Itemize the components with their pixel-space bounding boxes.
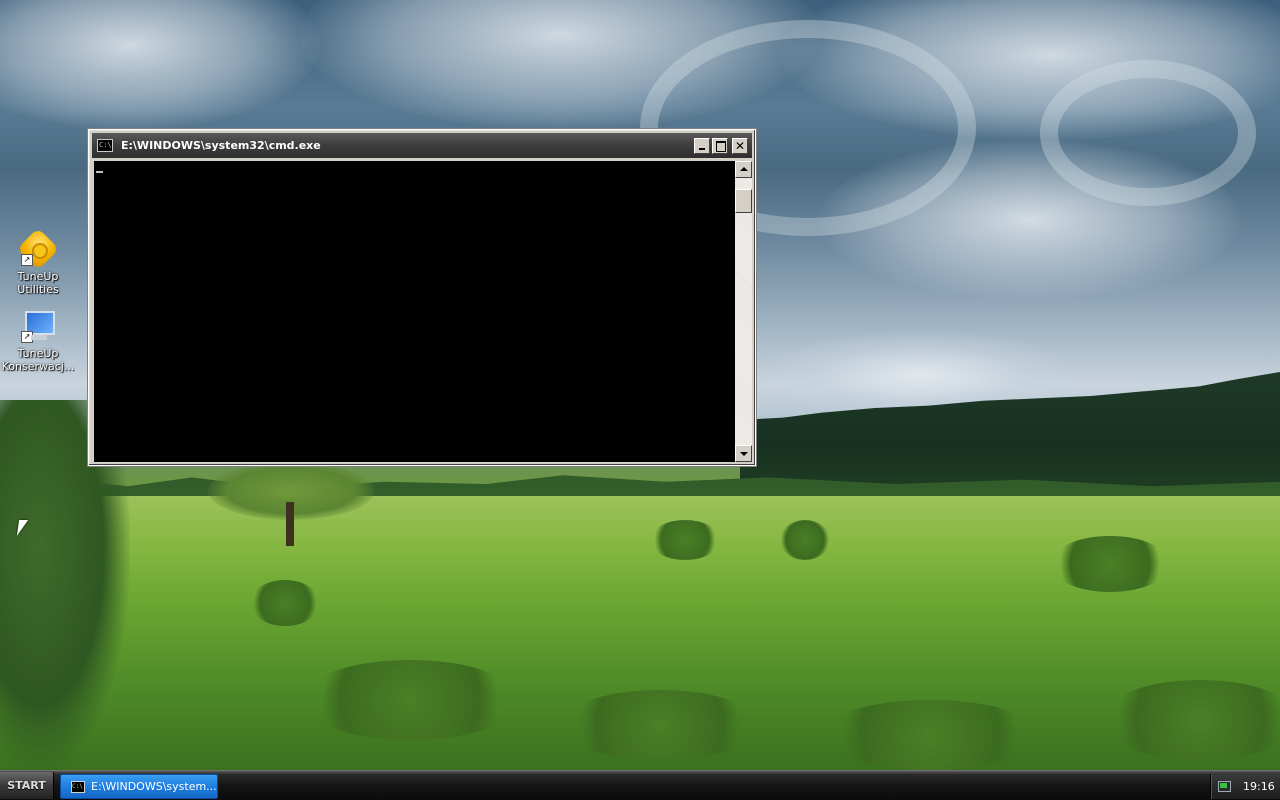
cmd-icon[interactable]: C:\ — [97, 139, 113, 152]
cmd-window[interactable]: C:\ E:\WINDOWS\system32\cmd.exe ✕ — [88, 129, 756, 466]
tuneup-utilities-icon: ↗ — [21, 232, 55, 266]
taskbar-button-label: E:\WINDOWS\system... — [91, 780, 217, 793]
wallpaper-bush — [820, 700, 1040, 770]
minimize-button[interactable] — [694, 137, 710, 154]
wallpaper-lone-tree — [208, 462, 374, 546]
desktop-icon-label: Utilities — [17, 283, 59, 296]
vertical-scrollbar[interactable] — [735, 161, 752, 462]
close-icon: ✕ — [734, 138, 746, 153]
desktop-icon-label: TuneUp — [17, 347, 59, 360]
tree-trunk — [286, 502, 294, 546]
maximize-icon — [716, 140, 726, 152]
desktop-icon-tuneup-utilities[interactable]: ↗ TuneUp Utilities — [0, 232, 76, 296]
tuneup-konserwacja-icon: ↗ — [21, 309, 55, 343]
desktop-icon-label: TuneUp — [17, 270, 59, 283]
taskbar: START C:\ E:\WINDOWS\system... 19:16 — [0, 770, 1280, 800]
wallpaper-swirl — [1040, 60, 1256, 206]
scroll-up-button[interactable] — [735, 161, 752, 178]
scroll-thumb[interactable] — [735, 189, 752, 213]
wallpaper-bush — [650, 520, 720, 560]
arrow-down-icon — [740, 452, 748, 456]
console-area[interactable] — [94, 161, 735, 462]
wallpaper-bush — [250, 580, 320, 626]
taskbar-button-cmd[interactable]: C:\ E:\WINDOWS\system... — [60, 774, 218, 799]
wallpaper-cloud — [0, 0, 320, 130]
window-titlebar[interactable]: C:\ E:\WINDOWS\system32\cmd.exe ✕ — [92, 133, 752, 158]
scroll-down-button[interactable] — [735, 445, 752, 462]
shortcut-arrow-icon: ↗ — [21, 254, 33, 266]
clock[interactable]: 19:16 — [1243, 780, 1275, 793]
text-cursor — [96, 171, 103, 173]
cmd-icon: C:\ — [71, 780, 85, 793]
wallpaper-bush — [780, 520, 830, 560]
wallpaper-bush — [1050, 536, 1170, 592]
wallpaper-bush — [560, 690, 760, 760]
desktop-icon-label: Konserwacj... — [1, 360, 75, 373]
start-button[interactable]: START — [0, 772, 54, 799]
shortcut-arrow-icon: ↗ — [21, 331, 33, 343]
arrow-up-icon — [740, 167, 748, 171]
wallpaper-bush — [300, 660, 520, 740]
minimize-icon — [699, 147, 705, 150]
system-tray: 19:16 — [1210, 774, 1280, 799]
desktop-icon-tuneup-konserwacja[interactable]: ↗ TuneUp Konserwacj... — [0, 309, 76, 373]
network-icon[interactable] — [1217, 780, 1231, 794]
window-title: E:\WINDOWS\system32\cmd.exe — [121, 139, 321, 152]
close-button[interactable]: ✕ — [732, 137, 748, 154]
maximize-button[interactable] — [712, 137, 728, 154]
